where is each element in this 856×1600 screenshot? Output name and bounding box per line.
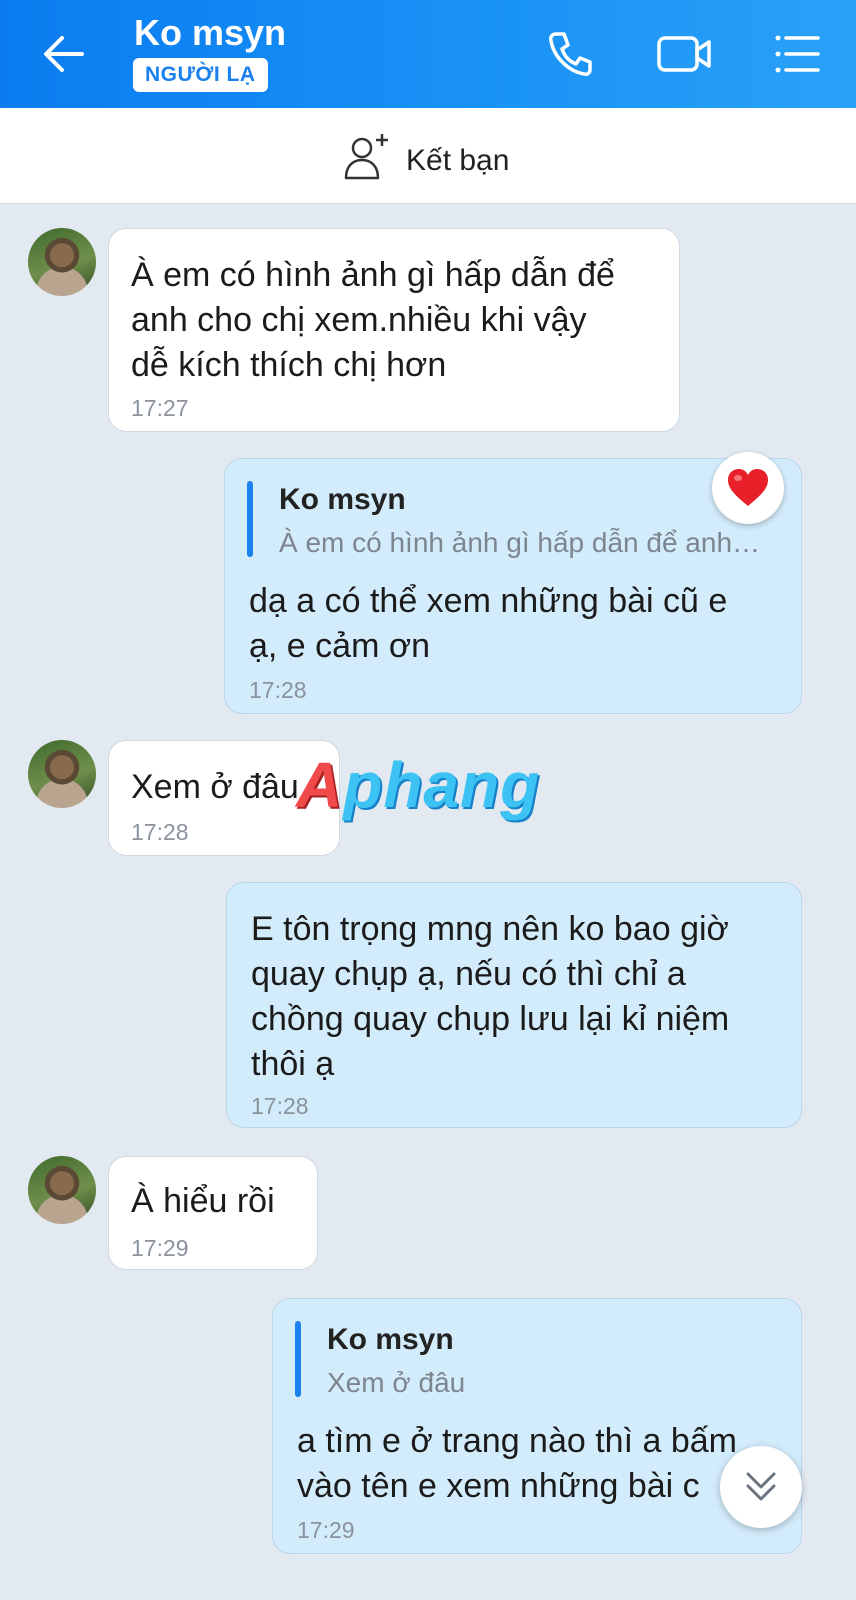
- video-call-icon: [657, 36, 711, 72]
- quote-text: À em có hình ảnh gì hấp dẫn để anh…: [279, 527, 761, 558]
- menu-list-icon: [775, 35, 820, 73]
- watermark-logo: Aphang: [296, 748, 540, 822]
- add-friend-button[interactable]: Kết bạn: [340, 128, 540, 186]
- message-time: 17:28: [249, 677, 307, 703]
- call-button[interactable]: [542, 26, 598, 82]
- message-text: dạ a có thể xem những bài cũ e ạ, e cảm …: [249, 579, 727, 669]
- double-chevron-down-icon: [746, 1472, 776, 1501]
- quote-bar: [247, 481, 253, 557]
- stranger-badge: NGƯỜI LẠ: [133, 58, 268, 92]
- message-bubble-incoming[interactable]: À em có hình ảnh gì hấp dẫn để anh cho c…: [108, 228, 680, 432]
- message-line: E tôn trọng mng nên ko bao giờ: [251, 910, 729, 948]
- add-friend-label: Kết bạn: [406, 144, 510, 177]
- reaction-badge[interactable]: [712, 452, 784, 524]
- quote-text: Xem ở đâu: [327, 1367, 466, 1398]
- add-friend-bar: Kết bạn: [0, 108, 856, 204]
- add-friend-icon: [344, 134, 388, 180]
- message-line: À em có hình ảnh gì hấp dẫn để: [131, 256, 615, 294]
- message-time: 17:28: [131, 819, 189, 845]
- message-line: thôi ạ: [251, 1045, 335, 1083]
- message-line: ạ, e cảm ơn: [249, 627, 431, 665]
- message-bubble-incoming[interactable]: À hiểu rồi 17:29: [108, 1156, 318, 1270]
- phone-icon: [549, 32, 592, 76]
- message-time: 17:29: [297, 1517, 355, 1543]
- message-line: anh cho chị xem.nhiều khi vậy: [131, 301, 587, 339]
- message-text: E tôn trọng mng nên ko bao giờ quay chụp…: [251, 907, 729, 1087]
- message-bubble-outgoing[interactable]: E tôn trọng mng nên ko bao giờ quay chụp…: [226, 882, 802, 1128]
- message-line: a tìm e ở trang nào thì a bấm: [297, 1422, 737, 1460]
- message-text: a tìm e ở trang nào thì a bấm vào tên e …: [297, 1419, 777, 1509]
- quote-sender: Ko msyn: [279, 483, 406, 516]
- message-bubble-outgoing[interactable]: Ko msyn Xem ở đâu a tìm e ở trang nào th…: [272, 1298, 802, 1554]
- message-text: Xem ở đâu: [131, 768, 299, 806]
- scroll-to-bottom-button[interactable]: [720, 1446, 802, 1528]
- contact-avatar[interactable]: [28, 228, 96, 296]
- message-line: vào tên e xem những bài c: [297, 1467, 700, 1505]
- watermark-rest: phang: [343, 749, 541, 821]
- message-time: 17:29: [131, 1235, 189, 1261]
- message-text: À em có hình ảnh gì hấp dẫn để anh cho c…: [131, 253, 615, 388]
- message-line: dễ kích thích chị hơn: [131, 346, 447, 384]
- watermark-first: A: [296, 749, 344, 821]
- message-line: chồng quay chụp lưu lại kỉ niệm: [251, 1000, 730, 1038]
- quote-sender: Ko msyn: [327, 1323, 454, 1356]
- contact-avatar[interactable]: [28, 740, 96, 808]
- message-line: dạ a có thể xem những bài cũ e: [249, 582, 728, 620]
- back-arrow-icon: [44, 36, 84, 72]
- message-line: quay chụp ạ, nếu có thì chỉ a: [251, 955, 686, 993]
- message-text: À hiểu rồi: [131, 1182, 275, 1220]
- quote-bar: [295, 1321, 301, 1397]
- contact-name[interactable]: Ko msyn: [134, 12, 286, 54]
- video-call-button[interactable]: [655, 26, 711, 82]
- heart-icon: [728, 469, 768, 506]
- message-time: 17:27: [131, 395, 189, 421]
- back-button[interactable]: [36, 26, 92, 82]
- menu-button[interactable]: [770, 26, 826, 82]
- message-time: 17:28: [251, 1093, 309, 1119]
- contact-avatar[interactable]: [28, 1156, 96, 1224]
- chat-header: Ko msyn NGƯỜI LẠ: [0, 0, 856, 108]
